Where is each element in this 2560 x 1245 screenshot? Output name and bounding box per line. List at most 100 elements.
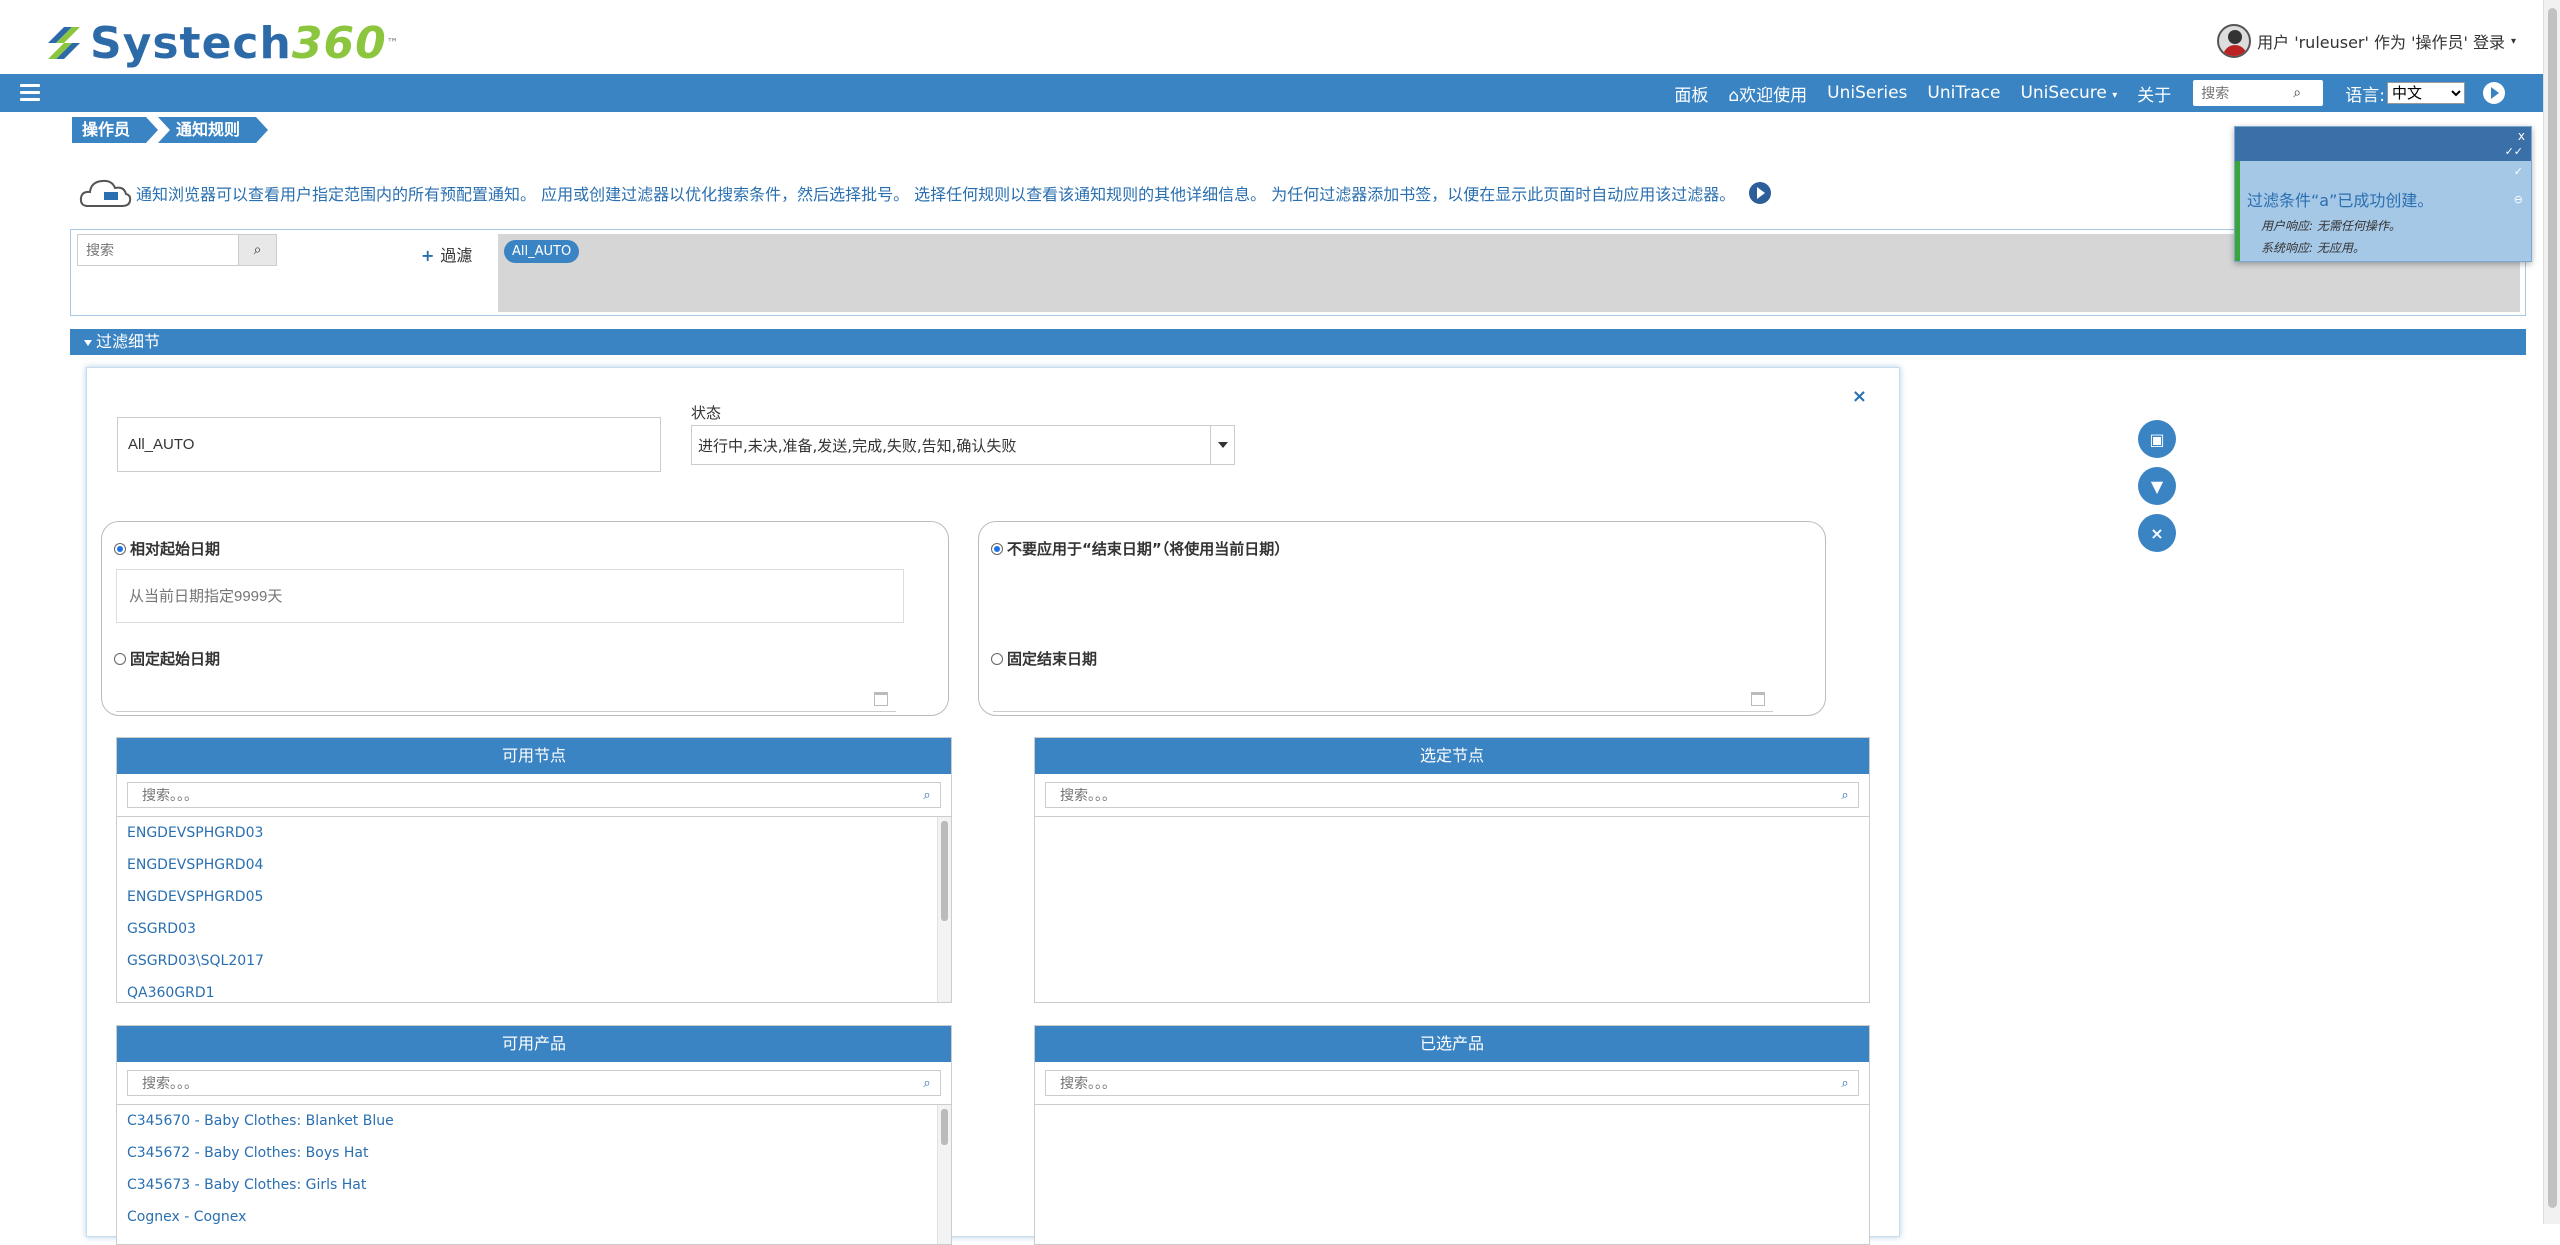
save-icon[interactable]: ▣ xyxy=(2138,420,2176,458)
home-icon: ⌂ xyxy=(1728,85,1740,106)
list-item[interactable]: C345670 - Baby Clothes: Blanket Blue xyxy=(117,1105,951,1137)
search-icon[interactable]: ⌕ xyxy=(914,788,940,803)
selected-products-title: 已选产品 xyxy=(1035,1026,1869,1062)
available-products-list: 可用产品 ⌕ C345670 - Baby Clothes: Blanket B… xyxy=(116,1025,952,1245)
list-item[interactable]: C345673 - Baby Clothes: Girls Hat xyxy=(117,1169,951,1201)
list-item[interactable]: C345672 - Baby Clothes: Boys Hat xyxy=(117,1137,951,1169)
plus-icon: + xyxy=(421,246,435,265)
status-select[interactable]: 进行中,未决,准备,发送,完成,失败,告知,确认失败 xyxy=(691,425,1235,465)
calendar-icon[interactable] xyxy=(1751,692,1765,706)
search-icon[interactable]: ⌕ xyxy=(914,1076,940,1091)
nav-uniseries[interactable]: UniSeries xyxy=(1827,83,1907,103)
info-text: 通知浏览器可以查看用户指定范围内的所有预配置通知。 应用或创建过滤器以优化搜索条… xyxy=(136,185,1736,204)
status-value: 进行中,未决,准备,发送,完成,失败,告知,确认失败 xyxy=(698,436,1017,455)
relative-days-input[interactable] xyxy=(116,569,904,623)
language-label: 语言: xyxy=(2345,85,2385,106)
close-icon[interactable]: × xyxy=(2138,514,2176,552)
list-scrollbar[interactable] xyxy=(937,1105,951,1244)
start-date-field[interactable] xyxy=(116,688,896,712)
filter-icon[interactable]: ▼ xyxy=(2138,467,2176,505)
user-login-text: 用户 'ruleuser' 作为 '操作员' 登录 xyxy=(2257,33,2505,52)
end-date-field[interactable] xyxy=(993,688,1773,712)
hamburger-menu-icon[interactable] xyxy=(20,84,40,102)
end-date-box: 不要应用于“结束日期”（将使用当前日期） 固定结束日期 xyxy=(978,521,1826,716)
list-scrollbar[interactable] xyxy=(937,817,951,1002)
trademark: ™ xyxy=(386,36,399,50)
page-scrollbar[interactable] xyxy=(2543,0,2560,1224)
nav-search-input[interactable] xyxy=(2193,81,2294,105)
selected-products-list: 已选产品 ⌕ xyxy=(1034,1025,1870,1245)
search-icon[interactable]: ⌕ xyxy=(1832,1076,1858,1091)
filter-search: ⌕ xyxy=(77,234,277,266)
nav-unitrace[interactable]: UniTrace xyxy=(1927,83,2000,103)
double-check-icon[interactable]: ✓✓ xyxy=(2505,145,2523,158)
fixed-start-radio[interactable]: 固定起始日期 xyxy=(114,648,220,669)
play-icon[interactable] xyxy=(1749,182,1772,204)
nav-unisecure[interactable]: UniSecure ▾ xyxy=(2020,83,2117,103)
status-label: 状态 xyxy=(691,404,722,422)
caret-down-icon xyxy=(84,339,92,346)
filter-details-panel: × 状态 进行中,未决,准备,发送,完成,失败,告知,确认失败 相对起始日期 固… xyxy=(86,367,1900,1245)
available-products-search[interactable] xyxy=(128,1071,914,1095)
nav-about[interactable]: 关于 xyxy=(2137,81,2171,106)
relative-start-radio[interactable]: 相对起始日期 xyxy=(114,538,220,559)
toast-user-response: 用户响应: 无需任何操作。 xyxy=(2261,219,2401,233)
available-nodes-search[interactable] xyxy=(128,783,914,807)
add-filter-button[interactable]: + 過濾 xyxy=(421,242,472,266)
user-menu[interactable]: 用户 'ruleuser' 作为 '操作员' 登录 ▾ xyxy=(2217,24,2516,58)
language-select[interactable]: 中文 xyxy=(2387,82,2465,104)
radio-selected-icon xyxy=(114,542,126,555)
radio-selected-icon xyxy=(991,542,1003,555)
breadcrumb-operator[interactable]: 操作员 xyxy=(72,117,159,143)
minus-circle-icon[interactable]: ⊖ xyxy=(2514,193,2523,206)
list-item[interactable]: QA360GRD1 xyxy=(117,977,951,1002)
list-item[interactable]: ENGDEVSPHGRD05 xyxy=(117,881,951,913)
caret-down-icon: ▾ xyxy=(2112,90,2118,101)
filter-search-input[interactable] xyxy=(78,235,238,265)
available-nodes-list: 可用节点 ⌕ ENGDEVSPHGRD03 ENGDEVSPHGRD04 ENG… xyxy=(116,737,952,1003)
search-icon[interactable]: ⌕ xyxy=(2293,85,2313,101)
check-icon[interactable]: ✓ xyxy=(2514,165,2523,178)
calendar-icon[interactable] xyxy=(874,692,888,706)
toast-title: 过滤条件“a”已成功创建。 xyxy=(2247,191,2434,210)
list-item[interactable]: ENGDEVSPHGRD04 xyxy=(117,849,951,881)
start-date-box: 相对起始日期 固定起始日期 xyxy=(101,521,949,716)
toast-system-response: 系统响应: 无应用。 xyxy=(2261,241,2365,255)
toast-close-icon[interactable]: x xyxy=(2518,129,2525,143)
nav-welcome[interactable]: ⌂欢迎使用 xyxy=(1728,81,1807,106)
systech-logo-icon xyxy=(48,27,80,59)
filter-bar: ⌕ +過濾 All_AUTO xyxy=(70,229,2526,316)
selected-nodes-title: 选定节点 xyxy=(1035,738,1869,774)
selected-nodes-list: 选定节点 ⌕ xyxy=(1034,737,1870,1003)
filter-details-header[interactable]: 过滤细节 xyxy=(70,329,2526,355)
breadcrumb-notification-rules[interactable]: 通知规则 xyxy=(158,117,269,143)
selected-products-search[interactable] xyxy=(1046,1071,1832,1095)
toast-notification: x ✓✓ ✓ ⊖ 过滤条件“a”已成功创建。 用户响应: 无需任何操作。 系统响… xyxy=(2234,126,2532,262)
list-item[interactable]: ENGDEVSPHGRD03 xyxy=(117,817,951,849)
chevron-down-icon[interactable] xyxy=(1210,426,1234,464)
close-icon[interactable]: × xyxy=(1852,386,1867,407)
list-item[interactable]: Cognex - Cognex xyxy=(117,1201,951,1233)
no-end-date-radio[interactable]: 不要应用于“结束日期”（将使用当前日期） xyxy=(991,538,1289,559)
list-item[interactable]: GSGRD03 xyxy=(117,913,951,945)
search-icon[interactable]: ⌕ xyxy=(238,235,276,265)
list-item[interactable]: GSGRD03\SQL2017 xyxy=(117,945,951,977)
cloud-icon xyxy=(79,179,132,207)
available-nodes-title: 可用节点 xyxy=(117,738,951,774)
nav-dashboard[interactable]: 面板 xyxy=(1674,81,1708,106)
nav-search: ⌕ xyxy=(2193,80,2324,106)
brand-name: Systech360 xyxy=(90,17,387,69)
filter-tags-area: All_AUTO xyxy=(498,234,2520,312)
top-navbar: 面板 ⌂欢迎使用 UniSeries UniTrace UniSecure ▾ … xyxy=(0,74,2543,112)
search-icon[interactable]: ⌕ xyxy=(1832,788,1858,803)
radio-icon xyxy=(991,652,1003,665)
info-line: 通知浏览器可以查看用户指定范围内的所有预配置通知。 应用或创建过滤器以优化搜索条… xyxy=(78,176,1772,210)
systech-logo[interactable]: Systech360 ™ xyxy=(42,16,399,70)
breadcrumb: 操作员 通知规则 xyxy=(72,117,269,143)
available-products-title: 可用产品 xyxy=(117,1026,951,1062)
filter-tag[interactable]: All_AUTO xyxy=(504,240,580,263)
fixed-end-radio[interactable]: 固定结束日期 xyxy=(991,648,1097,669)
filter-name-input[interactable] xyxy=(117,417,661,472)
play-icon[interactable] xyxy=(2483,82,2505,104)
selected-nodes-search[interactable] xyxy=(1046,783,1832,807)
